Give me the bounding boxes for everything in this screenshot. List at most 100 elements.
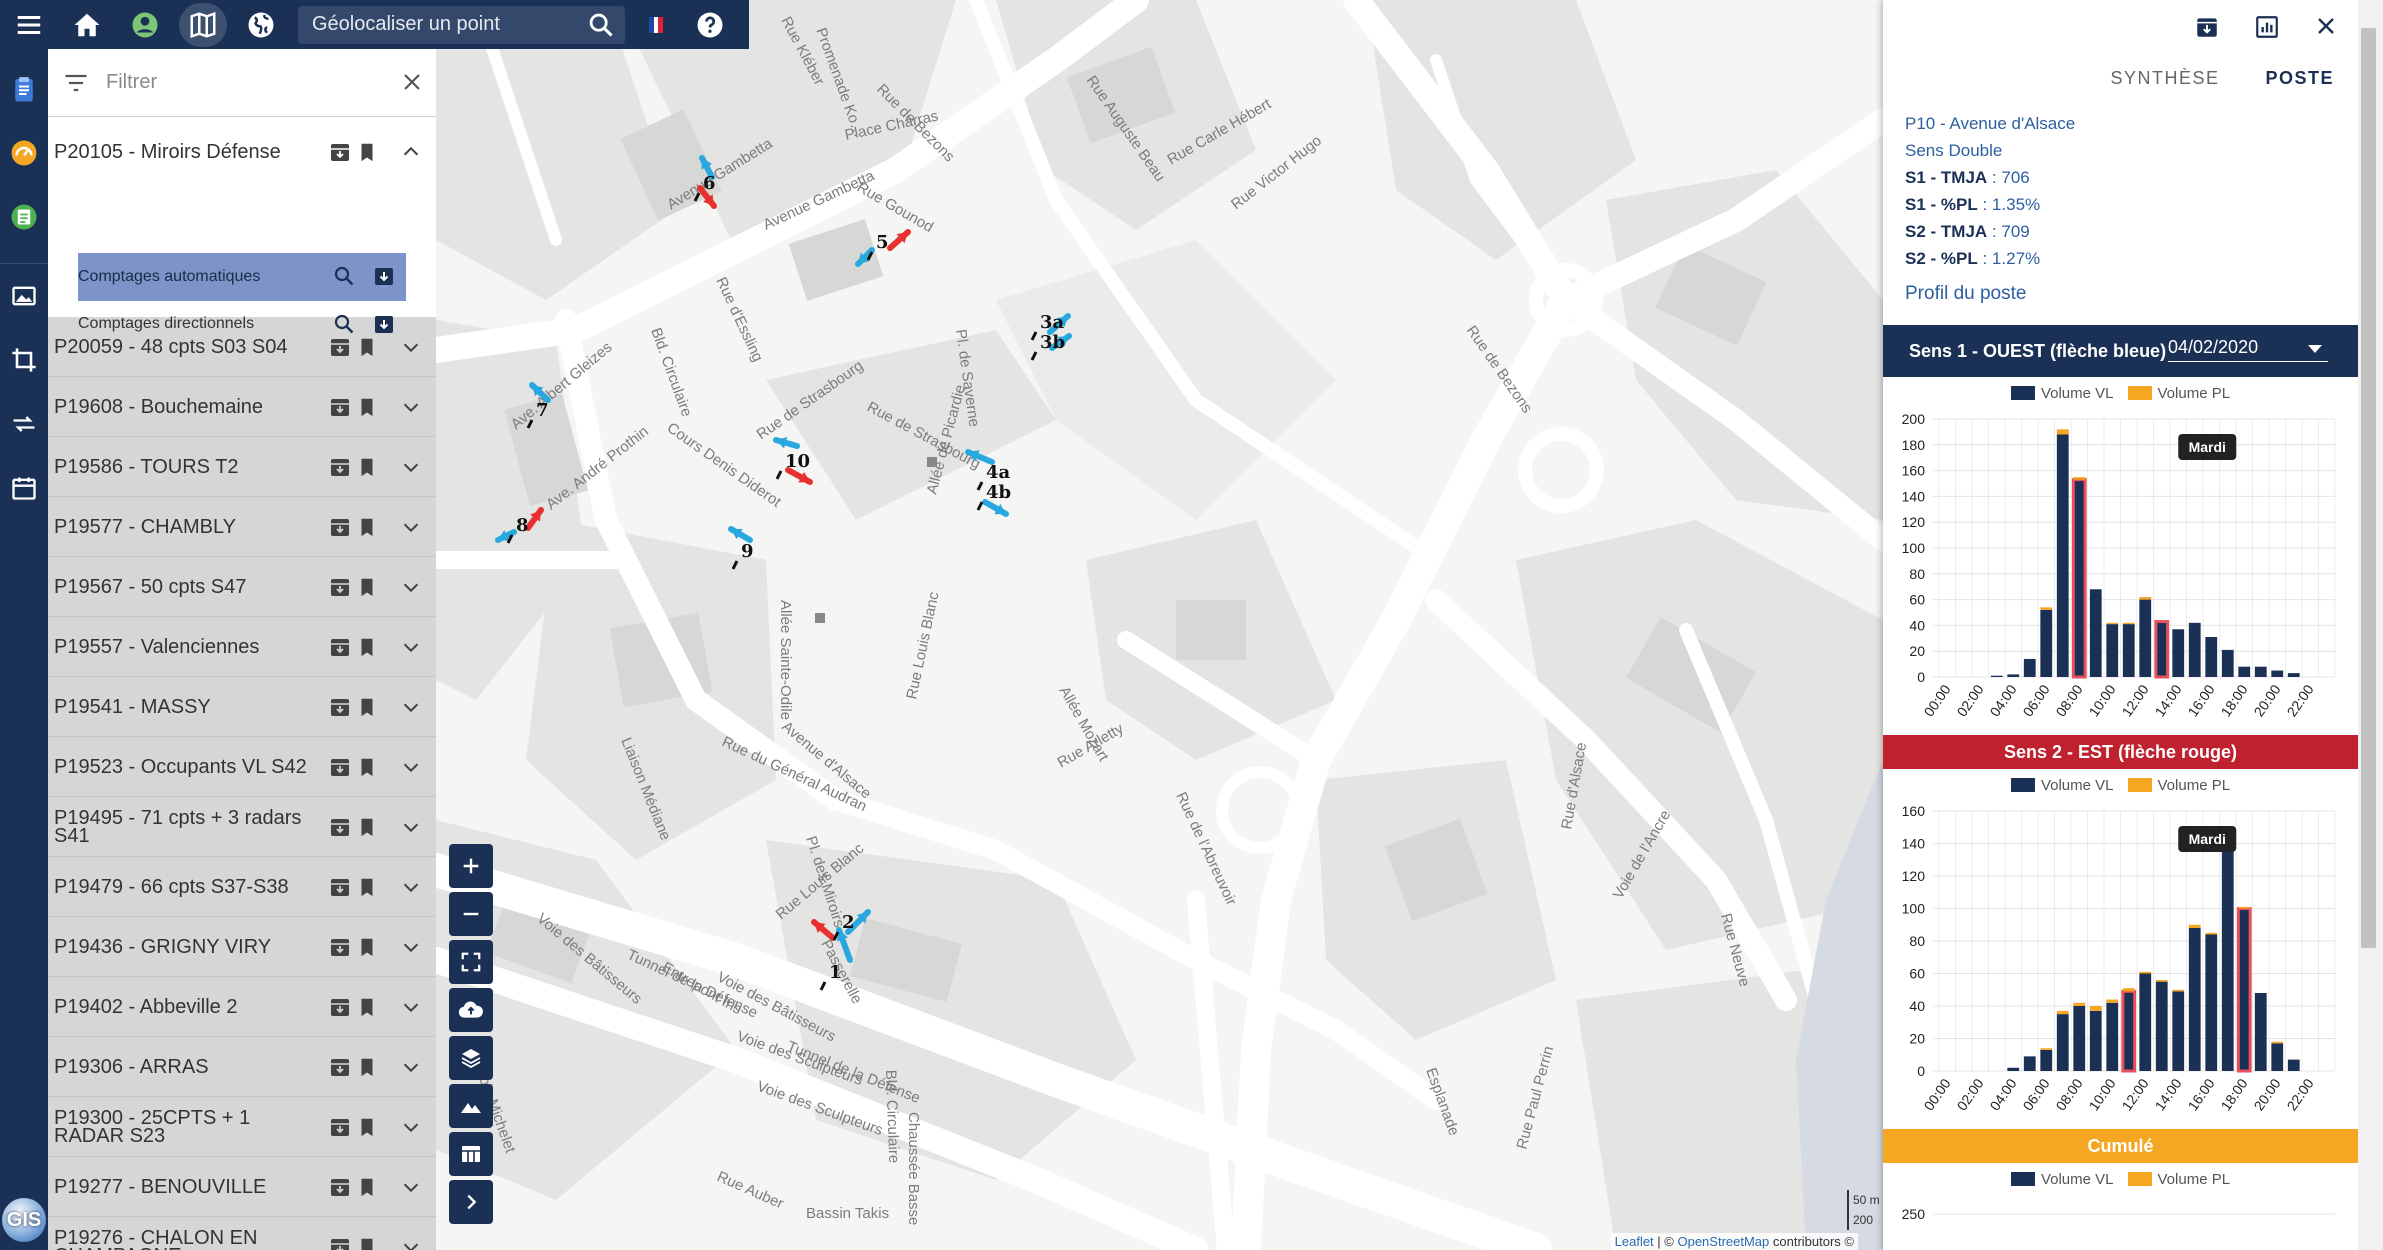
osm-link[interactable]: OpenStreetMap [1677,1234,1769,1249]
legend-vl[interactable]: Volume VL [2010,1171,2114,1188]
bar-pl[interactable] [2139,971,2152,974]
bar-vl[interactable] [1990,675,2003,677]
archive-icon[interactable] [328,1115,352,1139]
date-select[interactable]: 04/02/2020 [2168,337,2328,362]
bar-pl[interactable] [2073,1002,2086,1006]
bar-vl[interactable] [2188,622,2201,677]
bar-pl[interactable] [2073,477,2086,480]
bookmark-icon[interactable] [356,1235,378,1250]
chevron-down-icon[interactable] [400,936,422,958]
project-row[interactable]: P20105 - Miroirs Défense [48,117,436,187]
bookmark-icon[interactable] [356,695,378,719]
bookmark-icon[interactable] [356,335,378,359]
tab-poste[interactable]: POSTE [2265,68,2334,89]
help-icon[interactable] [681,0,739,49]
project-row[interactable]: P19436 - GRIGNY VIRY [48,917,436,977]
chevron-down-icon[interactable] [400,1236,422,1250]
bar-pl[interactable] [2122,622,2135,625]
project-row[interactable]: P19557 - Valenciennes [48,617,436,677]
chevron-down-icon[interactable] [400,756,422,778]
download-icon[interactable] [372,264,396,288]
bar-vl[interactable] [2139,973,2152,1072]
chevron-down-icon[interactable] [400,816,422,838]
chevron-down-icon[interactable] [400,516,422,538]
bookmark-icon[interactable] [356,575,378,599]
menu-icon[interactable] [0,0,58,49]
bar-pl[interactable] [2271,1041,2284,1044]
table-icon[interactable] [449,1132,493,1176]
bar-vl[interactable] [2023,1056,2036,1071]
bar-pl[interactable] [2172,989,2185,992]
globe-icon[interactable] [232,0,290,49]
bar-vl[interactable] [2056,434,2069,677]
project-row[interactable]: P19608 - Bouchemaine [48,377,436,437]
bar-pl[interactable] [2122,988,2135,992]
marker-label-6[interactable]: 6 [703,173,716,194]
archive-icon[interactable] [328,140,352,164]
marker-label-7[interactable]: 7 [536,400,549,421]
zoom-search-icon[interactable] [332,264,356,288]
bar-chart-icon[interactable] [2254,14,2280,40]
close-panel-icon[interactable] [2314,14,2338,38]
project-row[interactable]: P19479 - 66 cpts S37-S38 [48,857,436,917]
search-icon[interactable] [587,11,615,39]
panel-scrollbar[interactable] [2358,0,2383,1250]
legend-vl[interactable]: Volume VL [2010,385,2114,402]
bar-vl[interactable] [2154,620,2170,679]
chevron-down-icon[interactable] [400,396,422,418]
bar-pl[interactable] [2056,429,2069,435]
archive-icon[interactable] [328,575,352,599]
chevron-down-icon[interactable] [400,576,422,598]
chevron-down-icon[interactable] [400,636,422,658]
bar-vl[interactable] [2040,1049,2053,1071]
bar-vl[interactable] [2071,478,2087,679]
download-archive-icon[interactable] [2194,14,2220,40]
bookmark-icon[interactable] [356,935,378,959]
crop-icon[interactable] [0,328,48,392]
bar-vl[interactable] [2023,658,2036,677]
bar-pl[interactable] [2056,1010,2069,1015]
geolocate-input[interactable]: Géolocaliser un point [298,5,625,44]
bar-pl[interactable] [2089,1006,2102,1011]
project-row[interactable]: P19577 - CHAMBLY [48,497,436,557]
bar-pl[interactable] [2106,622,2119,625]
archive-icon[interactable] [328,875,352,899]
bar-pl[interactable] [2139,597,2152,600]
speed-icon[interactable] [0,121,48,185]
marker-label-10[interactable]: 10 [785,451,810,472]
bar-vl[interactable] [2121,989,2137,1073]
bar-pl[interactable] [2155,980,2168,982]
marker-label-8[interactable]: 8 [516,515,529,536]
poste-node[interactable] [927,457,937,467]
legend-vl[interactable]: Volume VL [2010,777,2114,794]
marker-label-3b[interactable]: 3b [1040,332,1065,353]
project-row[interactable]: P19306 - ARRAS [48,1037,436,1097]
marker-label-9[interactable]: 9 [741,541,754,562]
bar-vl[interactable] [2172,629,2185,677]
upload-icon[interactable] [449,988,493,1032]
bar-vl[interactable] [2073,1006,2086,1071]
bar-pl[interactable] [2238,906,2251,909]
map-icon[interactable] [179,2,227,47]
bar-pl[interactable] [2205,932,2218,935]
bar-vl[interactable] [2287,673,2300,677]
chevron-down-icon[interactable] [400,456,422,478]
bookmark-icon[interactable] [356,1175,378,1199]
chevron-down-icon[interactable] [400,336,422,358]
project-row[interactable]: P19300 - 25CPTS + 1 RADAR S23 [48,1097,436,1157]
archive-icon[interactable] [328,335,352,359]
bar-vl[interactable] [2188,928,2201,1071]
bar-vl[interactable] [2089,589,2102,677]
bar-vl[interactable] [2236,907,2252,1073]
bar-vl[interactable] [2271,1043,2284,1071]
archive-icon[interactable] [328,995,352,1019]
bar-vl[interactable] [2139,599,2152,677]
legend-pl[interactable]: Volume PL [2127,1171,2230,1188]
archive-icon[interactable] [328,1235,352,1250]
bar-vl[interactable] [2254,993,2267,1071]
archive-icon[interactable] [328,935,352,959]
zoom-in-icon[interactable] [449,844,493,888]
sheet-icon[interactable] [0,185,48,249]
archive-icon[interactable] [328,455,352,479]
chevron-down-icon[interactable] [400,696,422,718]
